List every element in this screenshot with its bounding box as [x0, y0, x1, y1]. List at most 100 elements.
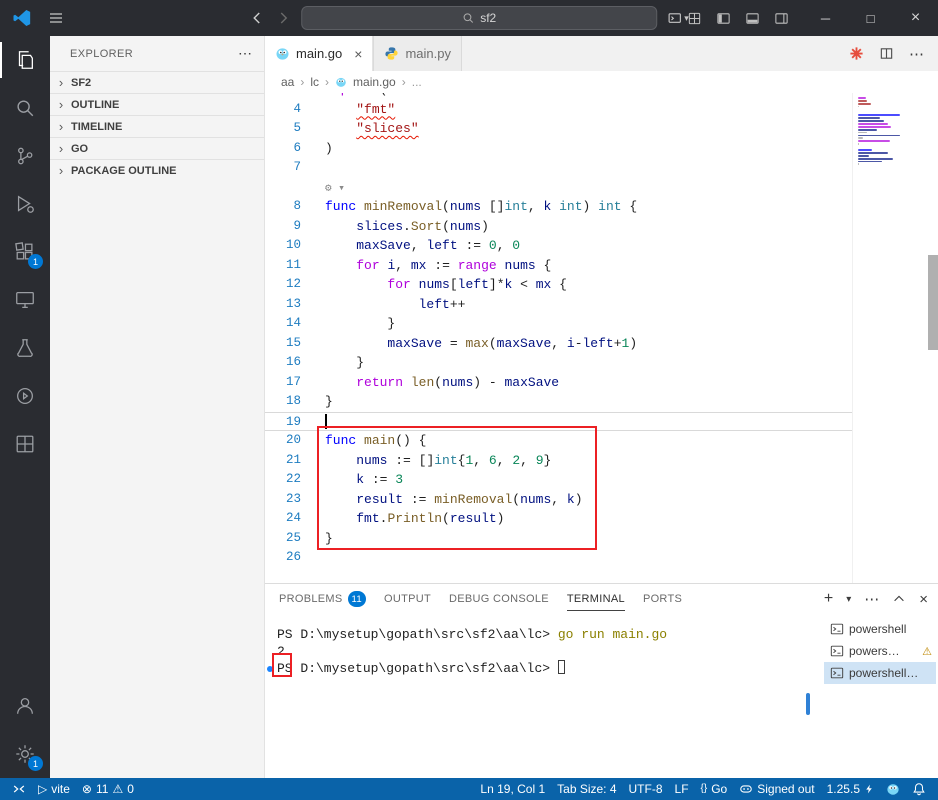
code-line[interactable]: 26 [265, 548, 852, 568]
codelens-gear-icon[interactable]: ⚙ ▾ [325, 183, 345, 195]
code-line[interactable]: 4 "fmt" [265, 100, 852, 120]
sidebar-section-go[interactable]: › GO [50, 137, 264, 159]
editor-scrollbar[interactable] [928, 255, 938, 350]
new-terminal-icon[interactable]: + [824, 590, 833, 608]
activity-containers-icon[interactable] [0, 420, 50, 468]
minimap[interactable] [852, 93, 928, 583]
code-line[interactable]: 9 slices.Sort(nums) [265, 217, 852, 237]
codelens-row[interactable]: ⚙ ▾ [265, 178, 852, 198]
close-panel-icon[interactable]: × [919, 591, 928, 608]
code-line[interactable]: 7 [265, 158, 852, 178]
activity-run-debug-icon[interactable] [0, 180, 50, 228]
code-line[interactable]: 10 maxSave, left := 0, 0 [265, 236, 852, 256]
terminal-tab[interactable]: powers… ⚠ [824, 640, 936, 662]
run-code-icon[interactable] [849, 46, 864, 61]
panel-more-actions-icon[interactable]: ⋯ [864, 590, 879, 608]
split-editor-icon[interactable] [879, 46, 894, 61]
activity-settings-icon[interactable]: 1 [0, 730, 50, 778]
line-number[interactable]: 23 [265, 490, 301, 510]
toggle-secondary-sidebar-icon[interactable] [774, 11, 789, 26]
status-gopher[interactable] [880, 778, 906, 800]
line-number[interactable]: 5 [265, 119, 301, 139]
activity-search-icon[interactable] [0, 84, 50, 132]
panel-tab-terminal[interactable]: TERMINAL [566, 584, 625, 614]
status-problems[interactable]: ⊗ 11 ⚠ 0 [76, 778, 140, 800]
code-line[interactable]: 5 "slices" [265, 119, 852, 139]
status-go-version[interactable]: 1.25.5 [821, 778, 880, 800]
line-number[interactable]: 24 [265, 509, 301, 529]
line-number[interactable]: 14 [265, 314, 301, 334]
activity-explorer-icon[interactable] [0, 36, 50, 84]
line-number[interactable]: 16 [265, 353, 301, 373]
menu-icon[interactable] [48, 10, 64, 26]
line-number[interactable]: 19 [265, 413, 301, 431]
line-number[interactable]: 21 [265, 451, 301, 471]
line-number[interactable]: 26 [265, 548, 301, 568]
toggle-sidebar-icon[interactable] [716, 11, 731, 26]
terminal-profile-chevron-icon[interactable]: ▾ [846, 594, 851, 605]
code-line[interactable]: 16 } [265, 353, 852, 373]
breadcrumb-file[interactable]: main.go [353, 75, 396, 89]
code-line[interactable]: 25} [265, 529, 852, 549]
line-number[interactable] [265, 178, 301, 198]
explorer-more-icon[interactable]: ⋯ [238, 45, 252, 62]
status-notifications[interactable] [906, 778, 932, 800]
line-number[interactable]: 8 [265, 197, 301, 217]
status-language[interactable]: {} Go [695, 778, 734, 800]
line-number[interactable]: 15 [265, 334, 301, 354]
terminal-tab[interactable]: powershell [824, 618, 936, 640]
line-number[interactable]: 9 [265, 217, 301, 237]
line-number[interactable]: 18 [265, 392, 301, 412]
code-line[interactable]: 20 func main() { [265, 431, 852, 451]
tab-main-py[interactable]: main.py [373, 36, 462, 71]
tab-main-go[interactable]: main.go × [265, 36, 374, 71]
code-line[interactable]: 14 } [265, 314, 852, 334]
remote-indicator[interactable] [6, 778, 32, 800]
panel-tab-problems[interactable]: PROBLEMS 11 [279, 584, 366, 614]
code-line[interactable]: 23 result := minRemoval(nums, k) [265, 490, 852, 510]
command-center-search[interactable]: sf2 [301, 6, 658, 30]
line-number[interactable]: 12 [265, 275, 301, 295]
line-number[interactable]: 7 [265, 158, 301, 178]
sidebar-section-sf2[interactable]: › SF2 [50, 71, 264, 93]
line-number[interactable]: 22 [265, 470, 301, 490]
code-line[interactable]: 22 k := 3 [265, 470, 852, 490]
command-decoration-icon[interactable] [267, 665, 273, 672]
code-line[interactable]: 6) [265, 139, 852, 159]
status-copilot[interactable]: Signed out [733, 778, 820, 800]
close-window-icon[interactable]: × [893, 0, 938, 36]
forward-icon[interactable] [275, 10, 291, 26]
line-number[interactable]: 20 [265, 431, 301, 451]
line-number[interactable]: 13 [265, 295, 301, 315]
sidebar-section-package-outline[interactable]: › PACKAGE OUTLINE [50, 159, 264, 181]
line-number[interactable]: 10 [265, 236, 301, 256]
code-line[interactable]: 15 maxSave = max(maxSave, i-left+1) [265, 334, 852, 354]
code-line[interactable]: 13 left++ [265, 295, 852, 315]
line-number[interactable]: 4 [265, 100, 301, 120]
editor-more-actions-icon[interactable]: ⋯ [909, 45, 924, 63]
activity-remote-explorer-icon[interactable] [0, 276, 50, 324]
maximize-icon[interactable]: □ [848, 0, 893, 36]
terminal[interactable]: PS D:\mysetup\gopath\src\sf2\aa\lc> go r… [265, 614, 938, 778]
activity-extensions-icon[interactable]: 1 [0, 228, 50, 276]
code-line[interactable]: 18} [265, 392, 852, 412]
code-line[interactable]: 21 nums := []int{1, 6, 2, 9} [265, 451, 852, 471]
activity-source-control-icon[interactable] [0, 132, 50, 180]
panel-tab-debug-console[interactable]: DEBUG CONSOLE [449, 584, 549, 614]
editor-layout-icon[interactable] [687, 11, 702, 26]
terminal-tab[interactable]: powershell… [824, 662, 936, 684]
code-line[interactable]: 8 func minRemoval(nums []int, k int) int … [265, 197, 852, 217]
activity-github-actions-icon[interactable] [0, 372, 50, 420]
line-number[interactable]: 25 [265, 529, 301, 549]
code-line[interactable]: 17 return len(nums) - maxSave [265, 373, 852, 393]
line-number[interactable]: 17 [265, 373, 301, 393]
breadcrumb-folder[interactable]: aa [281, 75, 294, 89]
back-icon[interactable] [249, 10, 265, 26]
minimize-icon[interactable]: ─ [803, 0, 848, 36]
line-number[interactable]: 6 [265, 139, 301, 159]
status-task-vite[interactable]: ▷ vite [32, 778, 76, 800]
status-indentation[interactable]: Tab Size: 4 [551, 778, 622, 800]
breadcrumb-folder[interactable]: lc [310, 75, 319, 89]
line-number[interactable]: 11 [265, 256, 301, 276]
close-tab-icon[interactable]: × [354, 46, 362, 62]
